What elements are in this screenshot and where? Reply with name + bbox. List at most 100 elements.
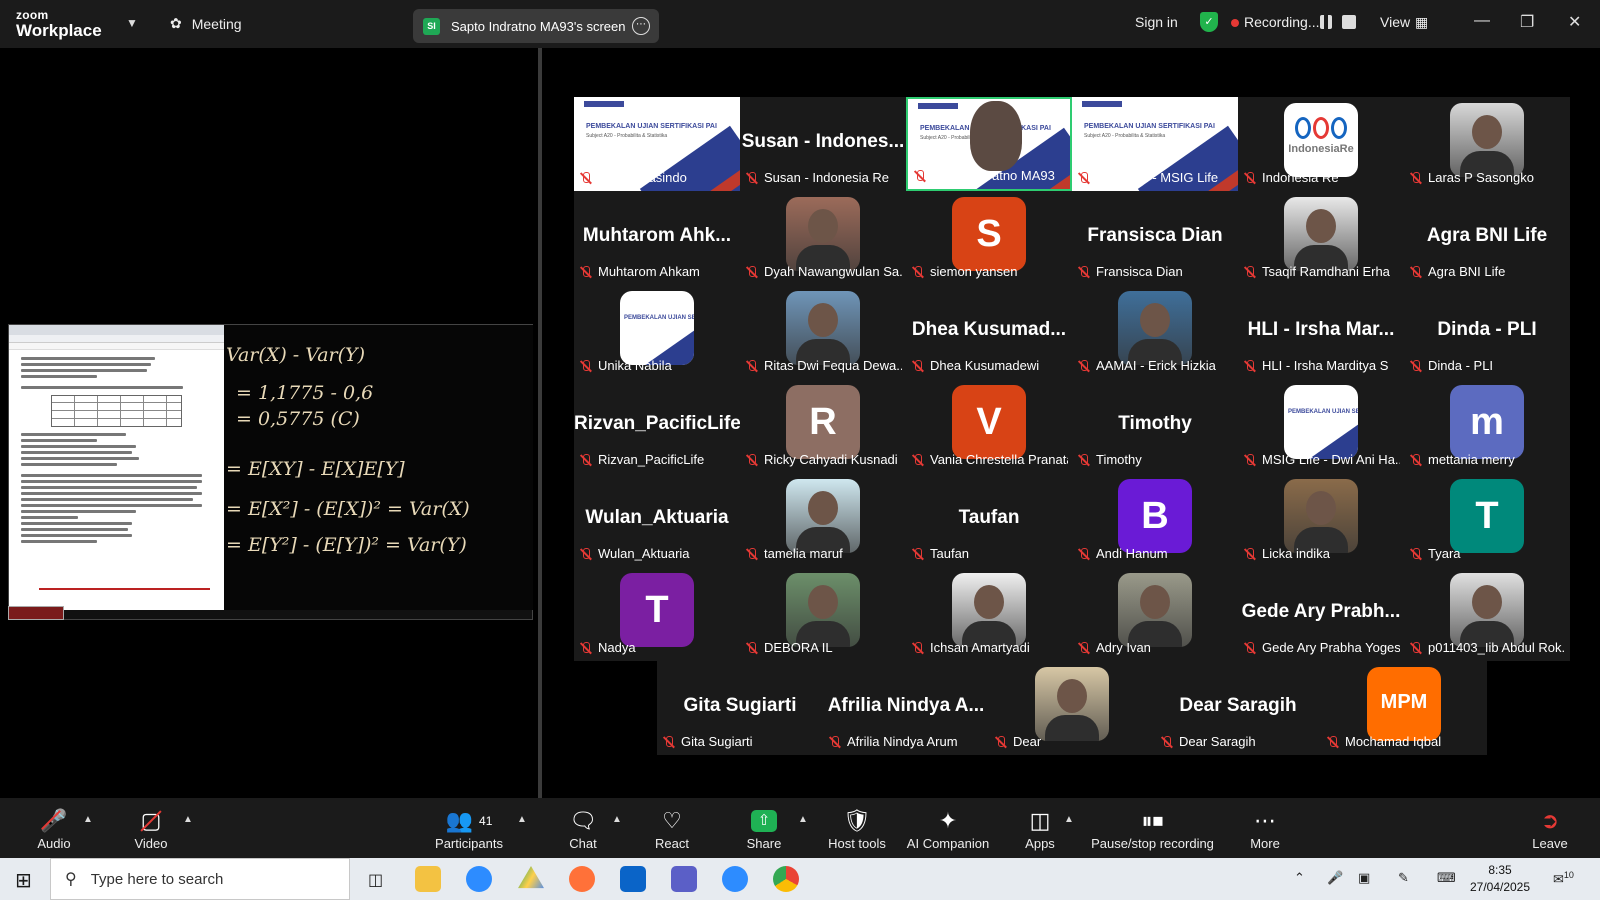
participant-tile[interactable]: Laras P Sasongko: [1404, 97, 1570, 191]
screen-share-tray-icon[interactable]: ▣: [1358, 870, 1370, 886]
google-drive-icon[interactable]: [518, 866, 544, 889]
zoom-app-icon[interactable]: [466, 866, 492, 892]
ai-companion-button[interactable]: ✦ AI Companion: [903, 806, 993, 851]
participants-caret[interactable]: ▲: [517, 814, 527, 825]
profile-photo: [1450, 103, 1524, 177]
audio-button[interactable]: 🎤 Audio: [9, 806, 99, 851]
sign-in-link[interactable]: Sign in: [1135, 14, 1178, 30]
participant-tile[interactable]: Licka indika: [1238, 473, 1404, 567]
meeting-menu[interactable]: ✿ Meeting: [170, 15, 242, 32]
participant-tile[interactable]: Rizvan_PacificLife Rizvan_PacificLife: [574, 379, 740, 473]
more-button[interactable]: ⋯ More: [1220, 806, 1310, 851]
chrome-icon[interactable]: [773, 866, 799, 892]
participants-button[interactable]: 👥 41 Participants: [424, 806, 514, 851]
outlook-icon[interactable]: [620, 866, 646, 892]
participant-tile[interactable]: Muhtarom Ahk... Muhtarom Ahkam: [574, 191, 740, 285]
participant-tile[interactable]: Ritas Dwi Fequa Dewa...: [740, 285, 906, 379]
participant-name-label: Adry Ivan: [1078, 640, 1234, 655]
participant-tile[interactable]: tamelia maruf: [740, 473, 906, 567]
participant-tile[interactable]: IndonesiaRe Indonesia Re: [1238, 97, 1404, 191]
mic-muted-icon: [746, 453, 758, 466]
participant-tile[interactable]: Timothy Timothy: [1072, 379, 1238, 473]
pause-stop-recording-button[interactable]: ⏸⏹ Pause/stop recording: [1085, 806, 1220, 851]
participant-tile[interactable]: Gede Ary Prabh... Gede Ary Prabha Yoges..…: [1238, 567, 1404, 661]
view-menu[interactable]: View: [1380, 14, 1410, 30]
security-shield-icon[interactable]: ✓: [1200, 12, 1218, 32]
stop-recording-icon[interactable]: [1342, 15, 1356, 29]
share-caret[interactable]: ▲: [798, 814, 808, 825]
show-hidden-icons-icon[interactable]: ⌃: [1294, 870, 1305, 886]
minimize-icon[interactable]: —: [1474, 12, 1490, 30]
video-options-caret[interactable]: ▲: [183, 814, 193, 825]
task-view-icon[interactable]: ◫: [368, 870, 383, 890]
participants-icon: 👥 41: [445, 808, 493, 833]
participant-tile[interactable]: Ichsan Amartyadi: [906, 567, 1072, 661]
leave-button[interactable]: ➲ Leave: [1505, 806, 1595, 851]
participant-tile[interactable]: PEMBEKALAN UJIAN SERTIFIKASI PAI MSIG Lif…: [1238, 379, 1404, 473]
close-icon[interactable]: ✕: [1568, 12, 1581, 32]
participant-tile[interactable]: PEMBEKALAN UJIAN SERTIFIKASI PAISubject …: [1072, 97, 1238, 191]
pen-icon[interactable]: ✎: [1398, 870, 1409, 886]
participant-tile[interactable]: AAMAI - Erick Hizkia: [1072, 285, 1238, 379]
host-tools-button[interactable]: 🛡 Host tools: [812, 806, 902, 851]
participant-tile[interactable]: Ssiemon yansen: [906, 191, 1072, 285]
mic-muted-icon: [1410, 547, 1422, 560]
photo-head: [1140, 585, 1170, 619]
more-options-icon[interactable]: ⋯: [632, 17, 650, 35]
pane-splitter[interactable]: [538, 48, 542, 798]
share-button[interactable]: ⇧ Share: [719, 806, 809, 851]
chat-button[interactable]: 🗨 Chat: [538, 806, 628, 851]
participant-tile[interactable]: Agra BNI Life Agra BNI Life: [1404, 191, 1570, 285]
view-grid-icon[interactable]: ▦: [1415, 14, 1428, 31]
participant-tile[interactable]: Dhea Kusumad... Dhea Kusumadewi: [906, 285, 1072, 379]
participant-tile[interactable]: Dyah Nawangwulan Sa...: [740, 191, 906, 285]
notifications-icon[interactable]: ✉10: [1553, 870, 1574, 887]
system-clock[interactable]: 8:35 27/04/2025: [1460, 862, 1540, 896]
screen-share-indicator[interactable]: SI Sapto Indratno MA93's screen ⋯: [413, 9, 659, 43]
participant-tile[interactable]: HLI - Irsha Mar... HLI - Irsha Marditya S: [1238, 285, 1404, 379]
participant-tile[interactable]: Dinda - PLI Dinda - PLI: [1404, 285, 1570, 379]
participant-tile[interactable]: R Ricky Cahyadi Kusnadi: [740, 379, 906, 473]
slide-title: PEMBEKALAN UJIAN SERTIFIKASI PAI: [586, 123, 717, 130]
participant-tile[interactable]: PEMBEKALAN UJIAN SERTIFIKASI PAISubject …: [906, 97, 1072, 191]
participant-tile[interactable]: T Tyara: [1404, 473, 1570, 567]
participant-tile[interactable]: Afrilia Nindya A... Afrilia Nindya Arum: [823, 661, 989, 755]
zoom-meeting-icon[interactable]: [722, 866, 748, 892]
taskbar-search[interactable]: ⚲ Type here to search: [50, 858, 350, 900]
participant-tile[interactable]: PEMBEKALAN UJIAN SERTIFIKASI PAI Unika Na…: [574, 285, 740, 379]
chat-caret[interactable]: ▲: [612, 814, 622, 825]
firefox-icon[interactable]: [569, 866, 595, 892]
windows-start-icon[interactable]: ⊞: [15, 868, 32, 893]
participant-tile[interactable]: Susan - Indones... Susan - Indonesia Re: [740, 97, 906, 191]
participant-tile[interactable]: Gita Sugiarti Gita Sugiarti: [657, 661, 823, 755]
apps-caret[interactable]: ▲: [1064, 814, 1074, 825]
chevron-down-icon[interactable]: ▼: [126, 16, 138, 30]
participant-tile[interactable]: DEBORA IL: [740, 567, 906, 661]
participant-tile[interactable]: Wulan_Aktuaria Wulan_Aktuaria: [574, 473, 740, 567]
react-button[interactable]: ♡ React: [627, 806, 717, 851]
teams-icon[interactable]: [671, 866, 697, 892]
microphone-icon[interactable]: 🎤: [1327, 870, 1343, 886]
participant-tile[interactable]: Tsaqif Ramdhani Erha: [1238, 191, 1404, 285]
restore-icon[interactable]: ❐: [1520, 12, 1534, 32]
shared-screen-content[interactable]: Var(X) - Var(Y) = 1,1775 - 0,6 = 0,5775 …: [8, 324, 533, 620]
participant-tile[interactable]: Dear: [989, 661, 1155, 755]
participant-tile[interactable]: p011403_Iib Abdul Rok...: [1404, 567, 1570, 661]
participant-tile[interactable]: MPM Mochamad Iqbal: [1321, 661, 1487, 755]
profile-photo: [952, 573, 1026, 647]
participant-tile[interactable]: B Andi Hanum: [1072, 473, 1238, 567]
participant-tile[interactable]: T Nadya: [574, 567, 740, 661]
participant-tile[interactable]: PEMBEKALAN UJIAN SERTIFIKASI PAISubject …: [574, 97, 740, 191]
video-button[interactable]: ▢ Video: [106, 806, 196, 851]
participant-tile[interactable]: m mettania merry: [1404, 379, 1570, 473]
participant-tile[interactable]: Fransisca Dian Fransisca Dian: [1072, 191, 1238, 285]
apps-button[interactable]: ◫ Apps: [995, 806, 1085, 851]
participant-tile[interactable]: V Vania Chrestella Pranata: [906, 379, 1072, 473]
audio-options-caret[interactable]: ▲: [83, 814, 93, 825]
pause-recording-icon[interactable]: [1320, 15, 1332, 29]
participant-tile[interactable]: Taufan Taufan: [906, 473, 1072, 567]
participant-tile[interactable]: Adry Ivan: [1072, 567, 1238, 661]
participant-tile[interactable]: Dear Saragih Dear Saragih: [1155, 661, 1321, 755]
file-explorer-icon[interactable]: [415, 866, 441, 892]
keyboard-icon[interactable]: ⌨: [1437, 870, 1456, 886]
